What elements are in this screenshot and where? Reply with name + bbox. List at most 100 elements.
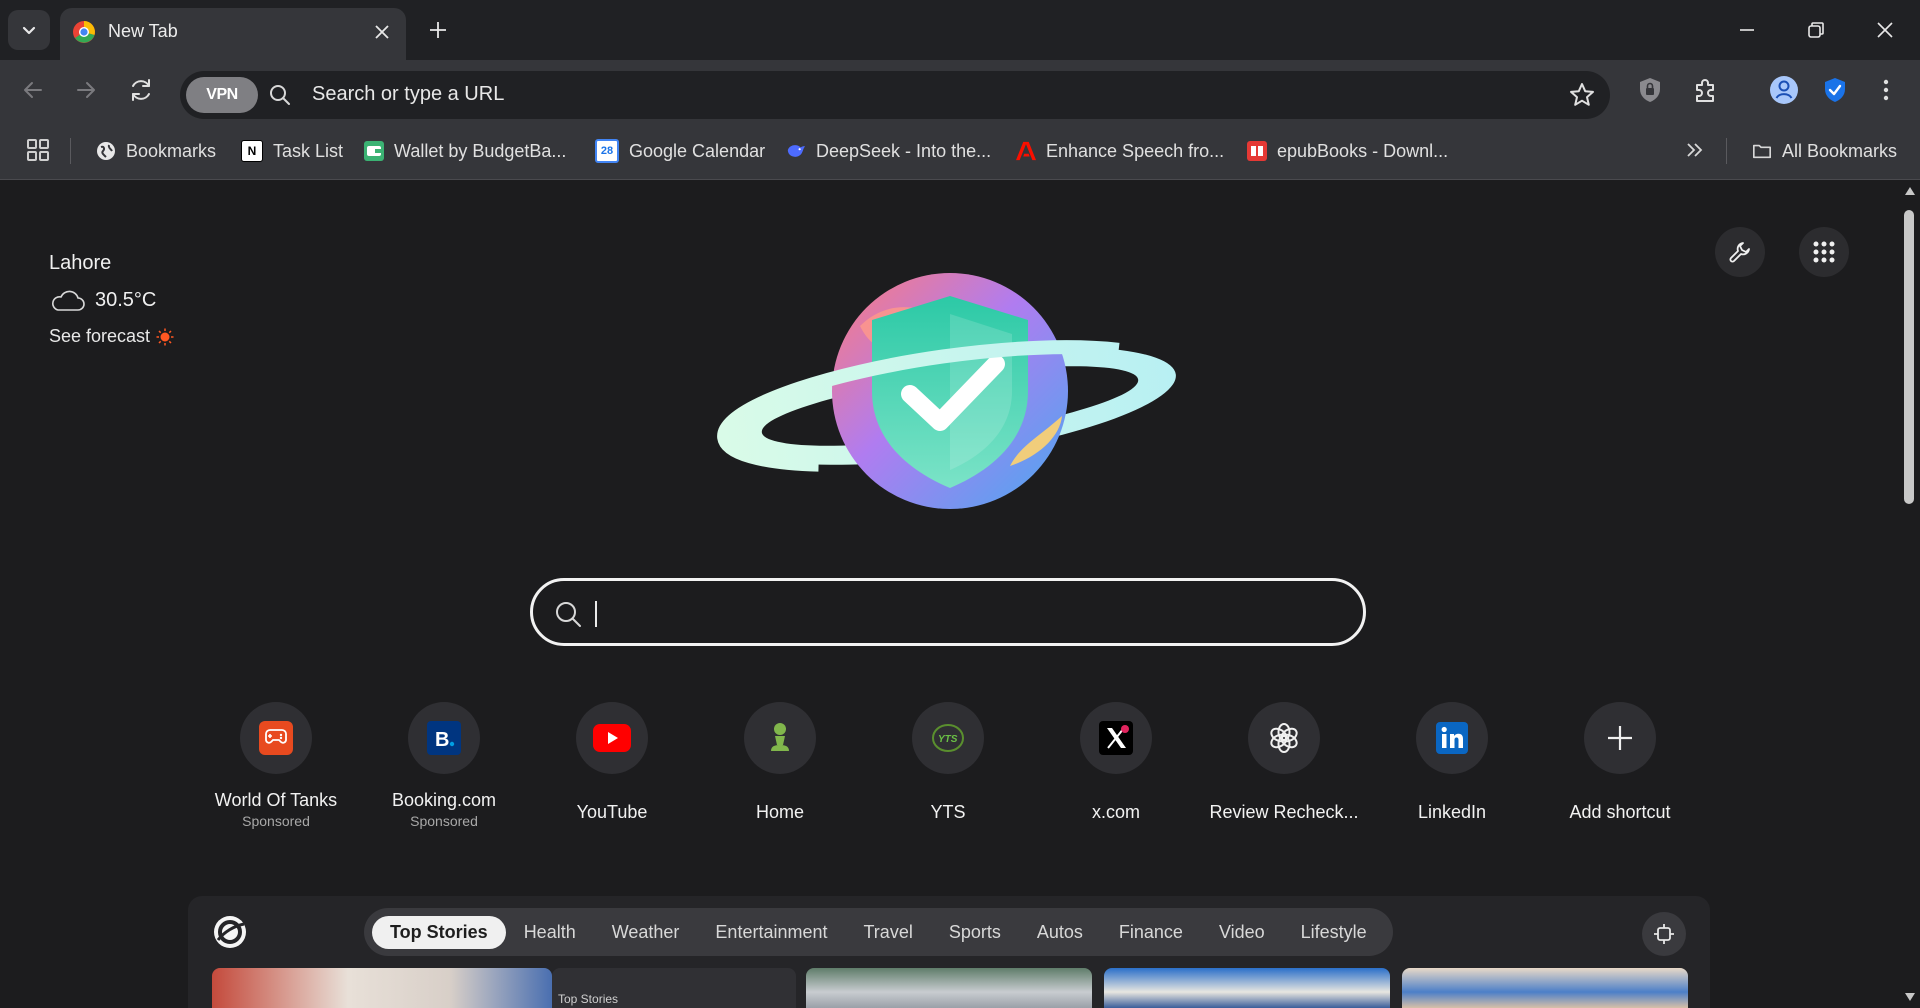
news-card-image[interactable] (806, 968, 1092, 1008)
svg-text:B: B (435, 729, 449, 751)
restore-button[interactable] (1793, 8, 1839, 52)
bookmarks-bar: Bookmarks N Task List Wallet by BudgetBa… (0, 120, 1920, 180)
news-card-image[interactable] (1104, 968, 1390, 1008)
back-button[interactable] (15, 72, 51, 108)
bookmark-google-calendar[interactable]: 28 Google Calendar (595, 138, 765, 164)
restore-icon (1808, 22, 1824, 38)
bookmark-bookmarks[interactable]: Bookmarks (96, 138, 216, 164)
news-tab-top-stories[interactable]: Top Stories (372, 915, 506, 949)
wallet-icon (364, 141, 384, 161)
tab-search-button[interactable] (8, 10, 50, 50)
shortcut-review-recheck[interactable]: Review Recheck... (1200, 702, 1368, 823)
tab-title: New Tab (108, 21, 178, 41)
grid-icon (27, 139, 49, 161)
shortcut-icon-circle (240, 702, 312, 774)
new-tab-button[interactable] (422, 14, 454, 46)
bookmark-enhance-speech[interactable]: Enhance Speech fro... (1016, 138, 1224, 164)
epubbooks-icon (1247, 141, 1267, 161)
browser-favicon-icon (73, 21, 95, 43)
shortcut-x[interactable]: x.com (1032, 702, 1200, 823)
extensions-button[interactable] (1689, 74, 1721, 106)
bookmark-wallet[interactable]: Wallet by BudgetBa... (364, 138, 566, 164)
see-forecast-link[interactable]: See forecast (49, 326, 174, 347)
bookmark-task-list[interactable]: N Task List (241, 138, 343, 164)
menu-button[interactable] (1870, 74, 1902, 106)
arrow-right-icon (77, 82, 95, 98)
arrow-left-icon (24, 82, 42, 98)
news-tab-entertainment[interactable]: Entertainment (697, 916, 845, 949)
news-tab-autos[interactable]: Autos (1019, 916, 1101, 949)
puzzle-icon (1696, 79, 1714, 102)
search-input[interactable] (530, 578, 1366, 646)
news-layout-button[interactable] (1642, 912, 1686, 956)
bookmark-label: Bookmarks (126, 140, 217, 161)
tab-close-button[interactable] (370, 20, 394, 44)
scroll-up-arrow-icon[interactable] (1904, 186, 1916, 196)
openai-icon (1270, 723, 1298, 753)
tab-strip: New Tab (0, 0, 1920, 60)
news-card-image[interactable] (212, 968, 552, 1008)
privacy-extension-button[interactable] (1634, 74, 1666, 106)
search-icon (556, 602, 581, 627)
news-tab-lifestyle[interactable]: Lifestyle (1283, 916, 1385, 949)
news-card-image[interactable] (1402, 968, 1688, 1008)
more-vertical-icon (1883, 79, 1889, 101)
minimize-button[interactable] (1724, 8, 1770, 52)
globe-icon (96, 141, 116, 161)
news-tab-finance[interactable]: Finance (1101, 916, 1201, 949)
shortcut-label: Add shortcut (1569, 802, 1671, 822)
close-window-button[interactable] (1862, 8, 1908, 52)
forward-button[interactable] (68, 72, 104, 108)
shortcut-linkedin[interactable]: LinkedIn (1368, 702, 1536, 823)
bookmark-deepseek[interactable]: DeepSeek - Into the... (786, 138, 991, 164)
shortcut-yts[interactable]: YTS YTS (864, 702, 1032, 823)
bookmark-epubbooks[interactable]: epubBooks - Downl... (1247, 138, 1448, 164)
close-icon (1877, 22, 1893, 38)
customize-button[interactable] (1715, 227, 1765, 277)
news-tab-travel[interactable]: Travel (845, 916, 930, 949)
sun-icon (156, 328, 174, 345)
shortcut-youtube[interactable]: YouTube (528, 702, 696, 823)
shortcut-icon-circle (1416, 702, 1488, 774)
scrollbar-thumb[interactable] (1904, 210, 1914, 504)
shortcut-label: Booking.com (391, 790, 497, 810)
shortcut-label: Home (755, 802, 804, 822)
profile-button[interactable] (1768, 74, 1800, 106)
address-bar[interactable]: VPN Search or type a URL (180, 71, 1610, 119)
shortcut-icon-circle (1584, 702, 1656, 774)
news-tab-health[interactable]: Health (506, 916, 594, 949)
active-tab[interactable]: New Tab (60, 8, 406, 60)
shortcut-world-of-tanks[interactable]: World Of Tanks Sponsored (192, 702, 360, 829)
weather-widget[interactable]: Lahore 30.5°C See forecast (49, 252, 174, 347)
news-tab-video[interactable]: Video (1201, 916, 1283, 949)
bookmarks-divider (1726, 138, 1727, 164)
bookmark-label: epubBooks - Downl... (1277, 140, 1449, 161)
bookmark-label: Google Calendar (629, 140, 766, 161)
reload-button[interactable] (123, 72, 159, 108)
vpn-label: VPN (206, 86, 238, 103)
add-shortcut-button[interactable]: Add shortcut (1536, 702, 1704, 823)
shortcut-icon-circle (1248, 702, 1320, 774)
shortcut-home[interactable]: Home (696, 702, 864, 823)
chess-pawn-icon (771, 723, 789, 751)
bookmark-star-button[interactable] (1568, 81, 1596, 109)
scroll-down-arrow-icon[interactable] (1904, 992, 1916, 1002)
news-feed-panel: Top Stories Health Weather Entertainment… (188, 896, 1710, 1008)
chevron-double-right-icon (1687, 143, 1703, 157)
bookmark-label: Task List (273, 140, 344, 161)
shield-planet-illustration (717, 273, 1183, 509)
shortcut-label: World Of Tanks (214, 790, 338, 810)
shield-check-icon (1825, 78, 1845, 102)
chevron-down-icon (22, 26, 36, 35)
shortcut-booking[interactable]: B Booking.com Sponsored (360, 702, 528, 829)
apps-button[interactable] (26, 138, 50, 162)
all-bookmarks-button[interactable]: All Bookmarks (1752, 138, 1897, 164)
minimize-icon (1740, 29, 1754, 31)
password-manager-button[interactable] (1819, 74, 1851, 106)
bookmarks-overflow-button[interactable] (1684, 140, 1704, 160)
vpn-button[interactable]: VPN (186, 77, 258, 113)
news-tab-weather[interactable]: Weather (594, 916, 698, 949)
news-tab-sports[interactable]: Sports (931, 916, 1019, 949)
apps-launcher-button[interactable] (1799, 227, 1849, 277)
address-placeholder[interactable]: Search or type a URL (312, 83, 504, 106)
